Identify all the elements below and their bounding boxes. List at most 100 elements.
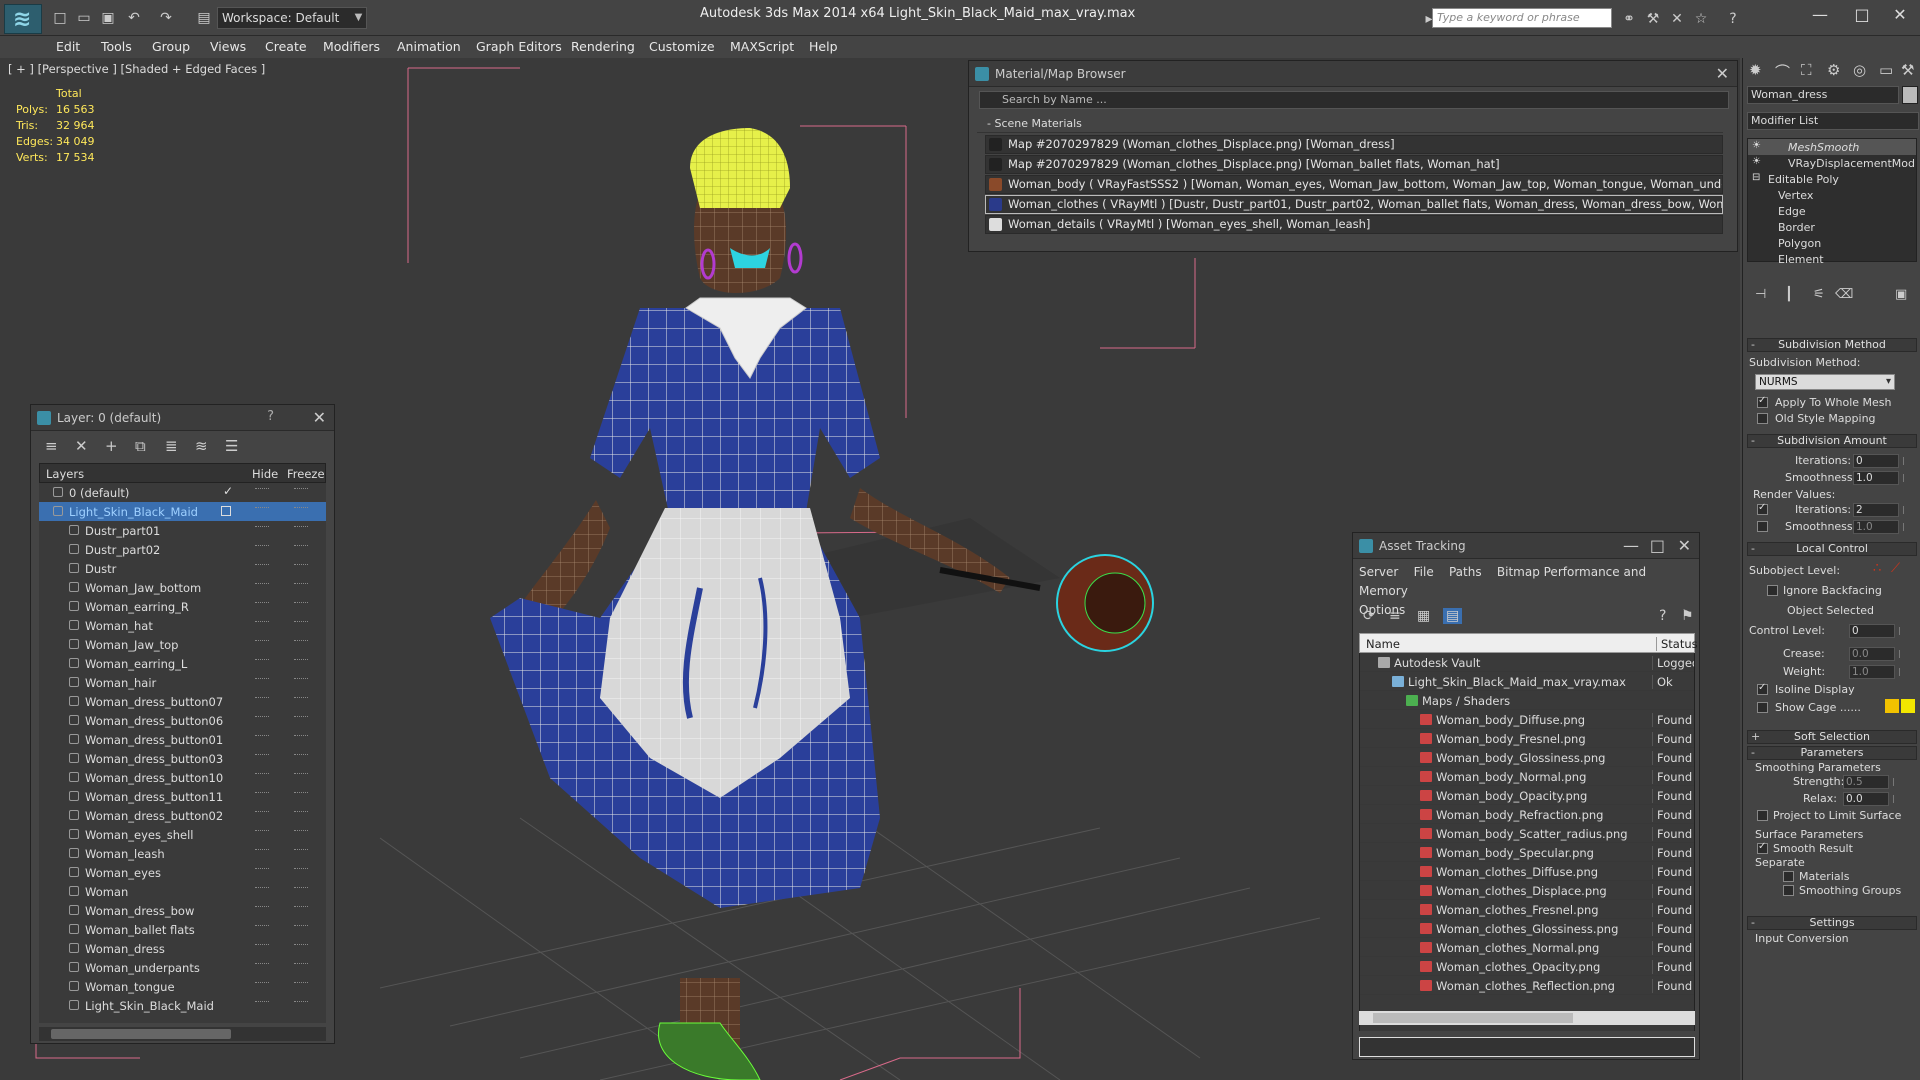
menu-graph-editors[interactable]: Graph Editors bbox=[476, 39, 562, 54]
workspace-selector[interactable]: Workspace: Default bbox=[217, 7, 367, 29]
freeze-toggle[interactable] bbox=[294, 906, 308, 908]
col-status[interactable]: Status bbox=[1656, 637, 1698, 651]
material-row[interactable]: Map #2070297829 (Woman_clothes_Displace.… bbox=[985, 155, 1723, 174]
hide-toggle[interactable] bbox=[255, 944, 269, 946]
hide-toggle[interactable] bbox=[255, 906, 269, 908]
col-freeze[interactable]: Freeze bbox=[287, 467, 325, 481]
smoothing-groups-checkbox[interactable] bbox=[1783, 885, 1794, 896]
smooth-result-checkbox[interactable] bbox=[1757, 841, 1768, 854]
hide-toggle[interactable] bbox=[255, 678, 269, 680]
maximize-icon[interactable]: □ bbox=[1650, 536, 1665, 555]
freeze-toggle[interactable] bbox=[294, 830, 308, 832]
layer-panel-titlebar[interactable]: Layer: 0 (default) ? ✕ bbox=[31, 405, 334, 431]
modifier-stack-item[interactable]: Vertex bbox=[1748, 187, 1916, 203]
layer-row[interactable]: Woman_dress_button01 bbox=[39, 730, 326, 749]
material-row[interactable]: Woman_clothes ( VRayMtl ) [Dustr, Dustr_… bbox=[985, 195, 1723, 214]
cage-color-swatch-2[interactable] bbox=[1901, 699, 1915, 713]
menu-bitmap-performance[interactable]: Bitmap Performance and Memory bbox=[1359, 565, 1646, 598]
freeze-toggle[interactable] bbox=[294, 488, 308, 490]
render-smoothness-checkbox[interactable] bbox=[1757, 521, 1768, 532]
lightbulb-icon[interactable]: ☀ bbox=[1752, 140, 1761, 151]
asset-row[interactable]: Woman_clothes_Diffuse.png Found bbox=[1360, 862, 1694, 881]
freeze-toggle[interactable] bbox=[294, 507, 308, 509]
motion-tab-icon[interactable]: ⚙ bbox=[1827, 61, 1840, 79]
hide-toggle[interactable] bbox=[255, 887, 269, 889]
render-smoothness-spinner[interactable]: 1.0 bbox=[1853, 520, 1904, 534]
asset-row[interactable]: Woman_clothes_Displace.png Found bbox=[1360, 881, 1694, 900]
edge-level-icon[interactable]: ⟋ bbox=[1891, 561, 1900, 576]
relax-spinner[interactable]: 0.0 bbox=[1843, 792, 1894, 806]
asset-row[interactable]: Woman_clothes_Normal.png Found bbox=[1360, 938, 1694, 957]
freeze-toggle[interactable] bbox=[294, 640, 308, 642]
layer-row[interactable]: Woman_dress_button10 bbox=[39, 768, 326, 787]
layer-row[interactable]: Woman_Jaw_bottom bbox=[39, 578, 326, 597]
close-window-button[interactable]: ✕ bbox=[1880, 2, 1920, 28]
smoothness-spinner[interactable]: 1.0 bbox=[1853, 471, 1904, 485]
asset-row[interactable]: Light_Skin_Black_Maid_max_vray.max Ok bbox=[1360, 672, 1694, 691]
layer-row[interactable]: Woman_dress_button06 bbox=[39, 711, 326, 730]
layer-row[interactable]: Woman_dress_button11 bbox=[39, 787, 326, 806]
new-file-icon[interactable]: □ bbox=[50, 8, 70, 28]
show-end-result-icon[interactable]: ┃ bbox=[1785, 287, 1793, 302]
rollout-soft-selection[interactable]: + Soft Selection bbox=[1747, 730, 1917, 744]
material-browser-titlebar[interactable]: Material/Map Browser ✕ bbox=[969, 61, 1737, 87]
hide-toggle[interactable] bbox=[255, 830, 269, 832]
layer-row[interactable]: Woman_underpants bbox=[39, 958, 326, 977]
col-name[interactable]: Name bbox=[1366, 637, 1400, 651]
layer-row[interactable]: Woman_earring_R bbox=[39, 597, 326, 616]
isoline-display-checkbox[interactable] bbox=[1757, 682, 1768, 695]
menu-create[interactable]: Create bbox=[265, 39, 307, 54]
list-view-icon[interactable]: ≡ bbox=[1389, 608, 1401, 624]
col-hide[interactable]: Hide bbox=[252, 467, 278, 481]
hide-toggle[interactable] bbox=[255, 792, 269, 794]
menu-edit[interactable]: Edit bbox=[56, 39, 80, 54]
minimize-icon[interactable]: — bbox=[1623, 536, 1639, 555]
scene-materials-group[interactable]: - Scene Materials bbox=[977, 117, 1723, 133]
select-layer-icon[interactable]: ⧉ bbox=[135, 437, 146, 455]
layer-row[interactable]: Woman_dress_bow bbox=[39, 901, 326, 920]
render-iterations-checkbox[interactable] bbox=[1757, 502, 1768, 515]
modifier-stack-item[interactable]: ☀ VRayDisplacementMod bbox=[1748, 155, 1916, 171]
refresh-icon[interactable]: ⟳ bbox=[1363, 608, 1375, 624]
hide-toggle[interactable] bbox=[255, 697, 269, 699]
layer-row[interactable]: Woman_hat bbox=[39, 616, 326, 635]
col-layers[interactable]: Layers bbox=[46, 467, 84, 481]
add-to-layer-icon[interactable]: + bbox=[105, 437, 118, 455]
menu-server[interactable]: Server bbox=[1359, 565, 1398, 579]
render-iterations-spinner[interactable]: 2 bbox=[1853, 503, 1904, 517]
hide-toggle[interactable] bbox=[255, 602, 269, 604]
material-row[interactable]: Map #2070297829 (Woman_clothes_Displace.… bbox=[985, 135, 1723, 154]
layer-row[interactable]: Woman_dress bbox=[39, 939, 326, 958]
asset-row[interactable]: Woman_body_Normal.png Found bbox=[1360, 767, 1694, 786]
save-file-icon[interactable]: ▣ bbox=[98, 8, 118, 28]
rollout-settings[interactable]: - Settings bbox=[1747, 916, 1917, 930]
hide-toggle[interactable] bbox=[255, 754, 269, 756]
layer-row[interactable]: Woman_dress_button02 bbox=[39, 806, 326, 825]
material-row[interactable]: Woman_details ( VRayMtl ) [Woman_eyes_sh… bbox=[985, 215, 1723, 234]
freeze-toggle[interactable] bbox=[294, 583, 308, 585]
hide-toggle[interactable] bbox=[255, 735, 269, 737]
freeze-toggle[interactable] bbox=[294, 754, 308, 756]
modify-tab-icon[interactable]: ⌒ bbox=[1775, 61, 1790, 82]
layer-row[interactable]: Woman_earring_L bbox=[39, 654, 326, 673]
menu-modifiers[interactable]: Modifiers bbox=[323, 39, 380, 54]
asset-row[interactable]: Woman_clothes_Glossiness.png Found bbox=[1360, 919, 1694, 938]
lightbulb-icon[interactable]: ☀ bbox=[1752, 156, 1761, 167]
layer-row[interactable]: Woman_dress_button07 bbox=[39, 692, 326, 711]
layer-row[interactable]: Woman_tongue bbox=[39, 977, 326, 996]
communication-icon[interactable]: ✕ bbox=[1666, 8, 1688, 30]
crease-spinner[interactable]: 0.0 bbox=[1849, 647, 1900, 661]
modifier-stack-item[interactable]: Element bbox=[1748, 251, 1916, 267]
display-tab-icon[interactable]: ◎ bbox=[1853, 61, 1866, 79]
hide-toggle[interactable] bbox=[255, 849, 269, 851]
rollout-subdivision-amount[interactable]: - Subdivision Amount bbox=[1747, 434, 1917, 448]
expand-icon[interactable]: ⊟ bbox=[1752, 172, 1760, 183]
menu-views[interactable]: Views bbox=[210, 39, 246, 54]
binoculars-icon[interactable]: ⚭ bbox=[1618, 8, 1640, 30]
show-cage-checkbox[interactable] bbox=[1757, 702, 1768, 713]
table-view-icon[interactable]: ▤ bbox=[1443, 608, 1463, 624]
apply-whole-mesh-checkbox[interactable] bbox=[1757, 395, 1768, 408]
subdivision-method-dropdown[interactable]: NURMS bbox=[1755, 374, 1895, 390]
modifier-stack-item[interactable]: Border bbox=[1748, 219, 1916, 235]
current-layer-check-icon[interactable]: ✓ bbox=[223, 484, 233, 498]
